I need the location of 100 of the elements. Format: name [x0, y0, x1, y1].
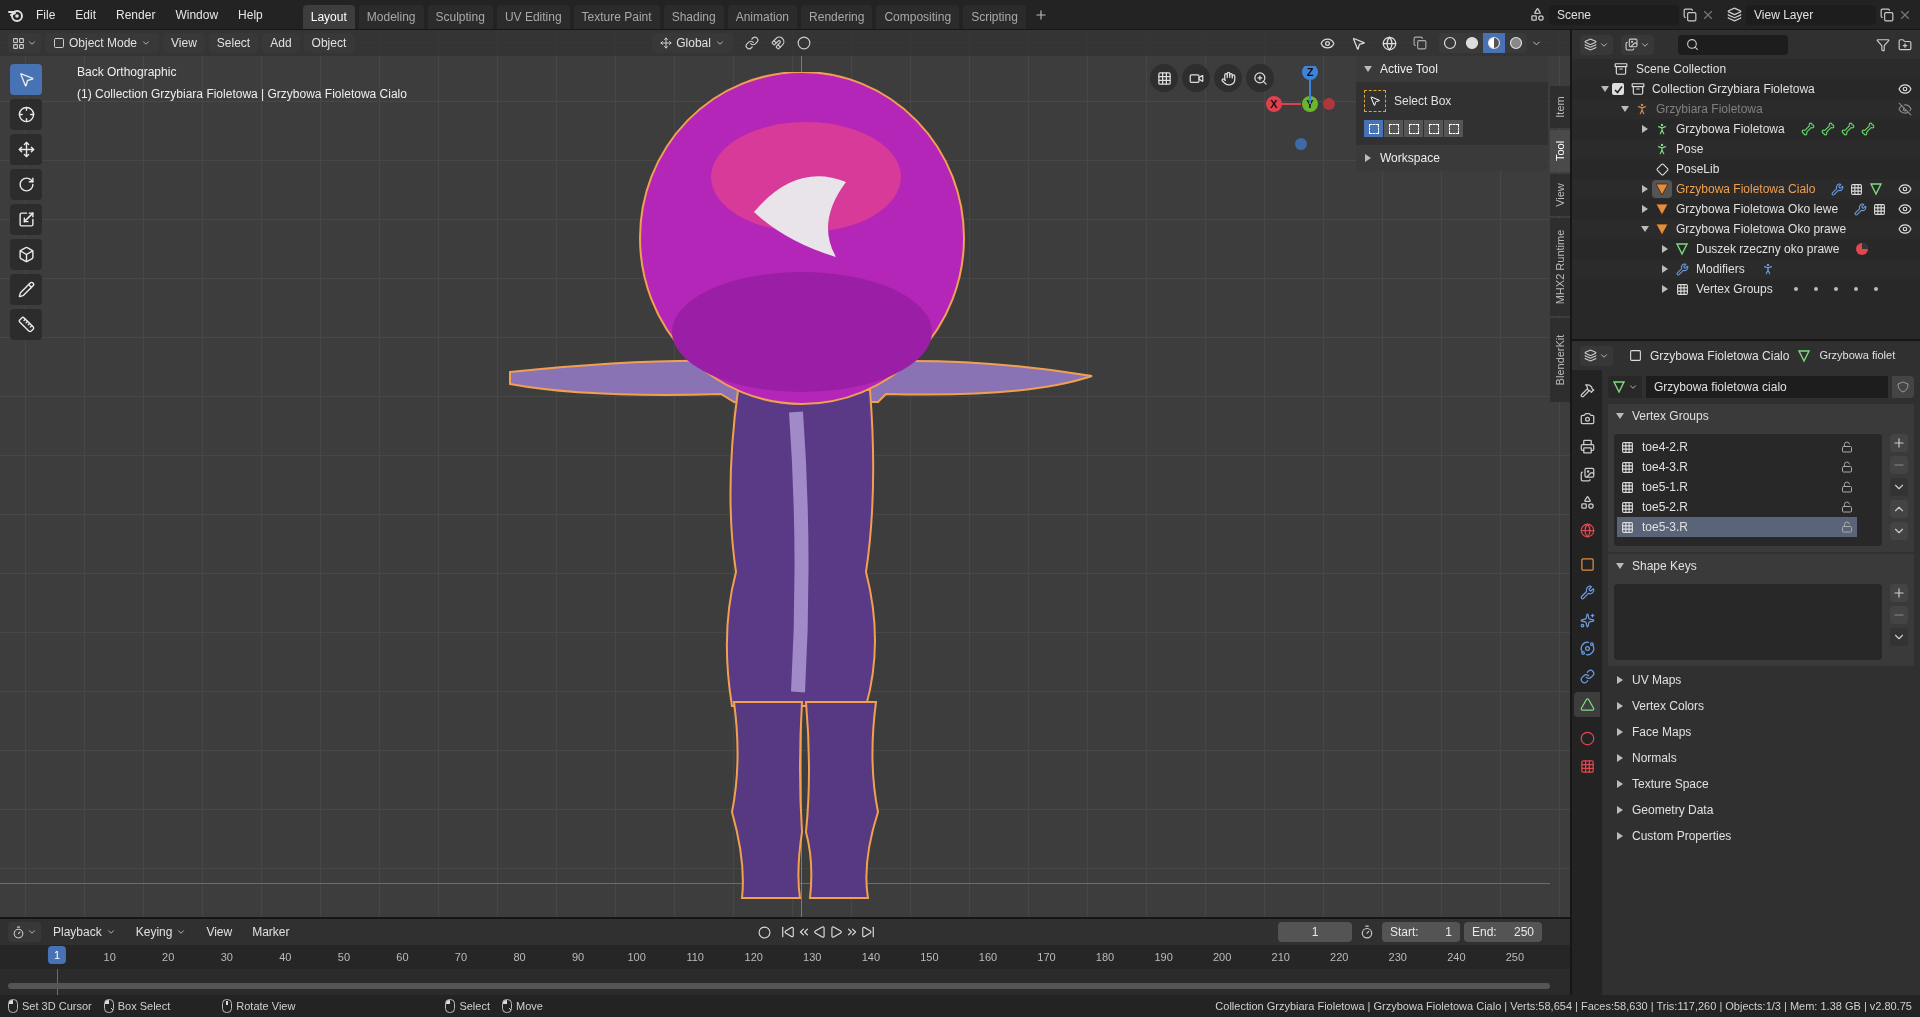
menu-item[interactable]: Window [167, 3, 227, 26]
menu-item[interactable]: Keying [127, 922, 195, 942]
menu-item[interactable]: Select [208, 33, 259, 53]
jump-start-icon[interactable] [780, 925, 795, 939]
stopwatch-icon[interactable] [1360, 925, 1374, 939]
current-frame-field[interactable]: 1 [1278, 922, 1352, 942]
search-field[interactable] [1678, 34, 1788, 55]
jump-end-icon[interactable] [860, 925, 875, 939]
panel-header[interactable]: Shape Keys [1608, 554, 1914, 578]
mesh-browse-button[interactable] [1608, 376, 1642, 398]
menu-item[interactable]: View [198, 922, 241, 942]
add-workspace-icon[interactable] [1033, 7, 1048, 22]
select-tool-button[interactable] [10, 64, 42, 95]
menu-item[interactable]: Render [108, 3, 164, 26]
selection-mode-button[interactable] [1444, 120, 1463, 137]
move-down-icon[interactable] [1890, 522, 1908, 540]
disclosure-triangle-icon[interactable] [1661, 285, 1669, 293]
shading-button[interactable] [1461, 33, 1483, 53]
checkbox[interactable] [1612, 83, 1624, 95]
playhead[interactable]: 1 [47, 946, 67, 964]
sidebar-tab[interactable]: View [1550, 174, 1570, 216]
disclosure-triangle-icon[interactable] [1621, 105, 1629, 113]
unlock-icon[interactable] [1841, 481, 1853, 493]
overlay-toggle-icon[interactable] [1382, 35, 1397, 51]
workspace-tab[interactable]: Layout [302, 5, 355, 29]
disclosure-triangle-icon[interactable] [1661, 265, 1669, 273]
workspace-tab[interactable]: Sculpting [427, 5, 493, 29]
transform-tool-button[interactable] [10, 239, 42, 270]
disclosure-triangle-icon[interactable] [1616, 806, 1624, 814]
disclosure-triangle-icon[interactable] [1364, 154, 1372, 162]
disclosure-triangle-icon[interactable] [1641, 205, 1649, 213]
sidebar-tab[interactable]: MHX2 Runtime [1550, 218, 1570, 316]
scale-tool-button[interactable] [10, 204, 42, 235]
outliner-item[interactable]: PoseLib [1676, 160, 1720, 178]
menu-item[interactable]: Object [303, 33, 355, 53]
list-item[interactable]: toe4-2.R [1617, 437, 1857, 457]
shading-button[interactable] [1483, 33, 1505, 53]
gizmo-axis-handle[interactable]: X [1266, 96, 1302, 112]
scene-field[interactable]: Scene [1549, 4, 1679, 25]
list-item[interactable]: toe5-2.R [1617, 497, 1857, 517]
play-reverse-icon[interactable] [812, 925, 827, 939]
scene-icon[interactable] [1530, 7, 1545, 22]
unlock-icon[interactable] [1841, 461, 1853, 473]
snap-icon[interactable] [770, 36, 785, 50]
pan-button[interactable] [1214, 64, 1242, 92]
new-collection-icon[interactable] [1898, 37, 1912, 52]
outliner-item[interactable]: Pose [1676, 140, 1704, 158]
panel-header[interactable]: Active Tool [1356, 56, 1548, 82]
eye-closed-icon[interactable] [1898, 102, 1912, 116]
panel-header[interactable]: Vertex Groups [1608, 404, 1914, 428]
outliner-item[interactable]: Grzybowa Fioletowa Cialo [1676, 180, 1816, 198]
disclosure-triangle-icon[interactable] [1616, 702, 1624, 710]
mode-dropdown[interactable]: Object Mode [45, 33, 160, 53]
disclosure-triangle-icon[interactable] [1661, 245, 1669, 253]
selection-mode-button[interactable] [1404, 120, 1423, 137]
disclosure-triangle-icon[interactable] [1616, 832, 1624, 840]
unlock-icon[interactable] [1841, 501, 1853, 513]
copy-icon[interactable] [1880, 7, 1894, 22]
disclosure-triangle-icon[interactable] [1601, 85, 1609, 93]
workspace-tab[interactable]: UV Editing [496, 5, 570, 29]
outliner-item[interactable]: Modifiers [1696, 260, 1745, 278]
visibility-icon[interactable] [1320, 35, 1335, 51]
selection-mode-button[interactable] [1424, 120, 1443, 137]
display-mode-button[interactable] [1621, 34, 1654, 55]
disclosure-triangle-icon[interactable] [1616, 754, 1624, 762]
shading-button[interactable] [1439, 33, 1461, 53]
outliner-item[interactable]: Scene Collection [1636, 60, 1727, 78]
menu-item[interactable]: Help [230, 3, 271, 26]
disclosure-triangle-icon[interactable] [1616, 728, 1624, 736]
outliner-item[interactable]: Grzybowa Fioletowa [1676, 120, 1785, 138]
caret-icon[interactable] [1890, 478, 1908, 496]
sidebar-tab[interactable]: Item [1550, 86, 1570, 128]
mesh-name-field[interactable]: Grzybowa fioletowa cialo [1646, 376, 1888, 398]
filter-icon[interactable] [1876, 37, 1890, 52]
outliner-item[interactable]: Grzybowa Fioletowa Oko lewe [1676, 200, 1839, 218]
disclosure-triangle-icon[interactable] [1641, 185, 1649, 193]
workspace-tab[interactable]: Compositing [876, 5, 960, 29]
menu-item[interactable]: View [163, 33, 205, 53]
editor-type-button[interactable] [1580, 34, 1613, 55]
start-frame-field[interactable]: Start: 1 [1382, 922, 1460, 942]
add-icon[interactable] [1890, 584, 1908, 602]
list-item[interactable]: toe5-1.R [1617, 477, 1857, 497]
grid-view-button[interactable] [1150, 64, 1178, 92]
menu-item[interactable]: Playback [45, 922, 124, 942]
disclosure-triangle-icon[interactable] [1641, 225, 1649, 233]
cursor-tool-button[interactable] [10, 99, 42, 130]
selection-mode-button[interactable] [1384, 120, 1403, 137]
measure-tool-button[interactable] [10, 309, 42, 340]
editor-type-button[interactable] [8, 33, 41, 53]
workspace-tab[interactable]: Animation [727, 5, 798, 29]
list-item[interactable]: toe4-3.R [1617, 457, 1857, 477]
zoom-button[interactable] [1246, 64, 1274, 92]
view-layer-field[interactable]: View Layer [1746, 4, 1876, 25]
disclosure-triangle-icon[interactable] [1616, 676, 1624, 684]
menu-item[interactable]: Marker [244, 922, 298, 942]
selection-mode-button[interactable] [1364, 120, 1383, 137]
xray-icon[interactable] [1413, 36, 1427, 50]
workspace-tab[interactable]: Shading [663, 5, 724, 29]
menu-item[interactable]: File [28, 3, 64, 26]
outliner-item[interactable]: Grzybowa Fioletowa Oko prawe [1676, 220, 1847, 238]
